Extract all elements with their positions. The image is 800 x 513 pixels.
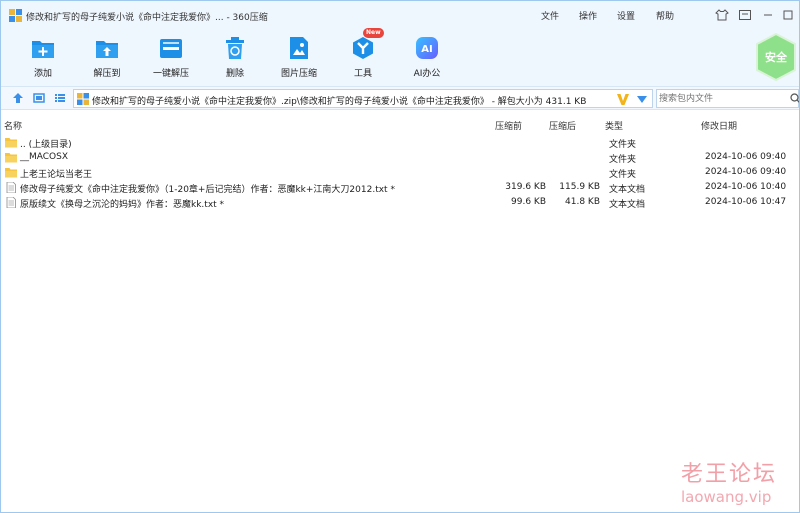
svg-text:AI: AI	[421, 44, 432, 55]
file-type: 文件夹	[609, 155, 637, 165]
folder-icon	[5, 153, 17, 163]
search-icon[interactable]	[790, 93, 800, 104]
window-title: 修改和扩写的母子纯爱小说《命中注定我爱你》... - 360压缩	[26, 13, 268, 23]
watermark-url: laowang.vip	[681, 488, 772, 506]
add-icon	[32, 41, 54, 58]
add-label: 添加	[33, 69, 52, 79]
tools-label: 工具	[353, 69, 372, 79]
minimize-icon[interactable]	[761, 8, 775, 22]
column-header-before[interactable]: 压缩前	[495, 119, 522, 132]
one-click-extract-icon	[160, 39, 182, 58]
one-click-extract-label: 一键解压	[152, 69, 189, 79]
file-size-after: 41.8 KB	[565, 197, 600, 207]
message-icon[interactable]	[738, 8, 752, 22]
menu-file[interactable]: 文件	[541, 9, 559, 22]
chevron-down-icon[interactable]	[637, 96, 647, 103]
file-name: 修改母子纯爱文《命中注定我爱你》（1-20章+后记完结）作者：恶魔kk+江南大刀…	[20, 185, 395, 195]
skin-icon[interactable]	[715, 8, 729, 22]
column-header-after[interactable]: 压缩后	[549, 119, 576, 132]
file-name: 原版续文《换母之沉沦的妈妈》作者：恶魔kk.txt *	[20, 200, 225, 210]
one-click-extract-button[interactable]: 一键解压	[141, 33, 201, 81]
file-date: 2024-10-06 09:40	[705, 167, 787, 177]
maximize-icon[interactable]	[781, 8, 795, 22]
image-compress-label: 图片压缩	[280, 69, 317, 79]
extract-to-icon	[96, 41, 118, 58]
delete-label: 删除	[225, 69, 244, 79]
column-header-name[interactable]: 名称	[4, 119, 22, 132]
security-label[interactable]: 安全	[753, 49, 799, 65]
new-badge: New	[363, 28, 384, 38]
menu-settings[interactable]: 设置	[617, 9, 635, 22]
image-compress-button[interactable]: 图片压缩	[269, 33, 329, 81]
archive-icon	[77, 93, 89, 105]
image-compress-icon	[290, 37, 308, 59]
text-file-icon	[6, 182, 16, 193]
delete-button[interactable]: 删除	[205, 33, 265, 81]
file-date: 2024-10-06 10:40	[705, 182, 787, 192]
app-logo-icon	[9, 9, 22, 22]
column-header-type[interactable]: 类型	[605, 119, 623, 132]
ai-office-button[interactable]: AI AI办公	[397, 33, 457, 81]
file-row[interactable]: __MACOSX 文件夹 2024-10-06 09:40	[1, 150, 799, 165]
file-size-before: 319.6 KB	[505, 182, 546, 192]
ai-office-icon: AI	[416, 37, 438, 59]
list-header: 名称 压缩前 压缩后 类型 修改日期	[1, 116, 799, 132]
file-size-before: 99.6 KB	[511, 197, 546, 207]
extract-to-label: 解压到	[93, 69, 121, 79]
list-view-icon[interactable]	[54, 92, 66, 104]
app-window: 修改和扩写的母子纯爱小说《命中注定我爱你》... - 360压缩 文件 操作 设…	[0, 0, 800, 513]
search-field[interactable]	[656, 89, 799, 108]
tools-button[interactable]: 工具	[333, 33, 393, 81]
title-bar: 修改和扩写的母子纯爱小说《命中注定我爱你》... - 360压缩 文件 操作 设…	[1, 1, 799, 31]
column-header-date[interactable]: 修改日期	[701, 119, 737, 132]
path-field[interactable]: 修改和扩写的母子纯爱小说《命中注定我爱你》.zip\修改和扩写的母子纯爱小说《命…	[73, 89, 653, 108]
search-input[interactable]	[659, 91, 777, 106]
path-text: 修改和扩写的母子纯爱小说《命中注定我爱你》.zip\修改和扩写的母子纯爱小说《命…	[92, 97, 587, 107]
file-row[interactable]: 上老王论坛当老王 文件夹 2024-10-06 09:40	[1, 165, 799, 180]
folder-icon	[5, 168, 17, 178]
file-row[interactable]: 原版续文《换母之沉沦的妈妈》作者：恶魔kk.txt * 99.6 KB 41.8…	[1, 195, 799, 210]
file-name: __MACOSX	[20, 152, 69, 162]
text-file-icon	[6, 197, 16, 208]
file-type: 文件夹	[609, 170, 637, 180]
file-list: 名称 压缩前 压缩后 类型 修改日期 .. (上级目录) 文件夹 __MACOS…	[1, 110, 799, 512]
file-name: .. (上级目录)	[20, 140, 72, 150]
file-row[interactable]: 修改母子纯爱文《命中注定我爱你》（1-20章+后记完结）作者：恶魔kk+江南大刀…	[1, 180, 799, 195]
trash-icon	[226, 37, 244, 59]
v-check-icon[interactable]	[616, 92, 630, 106]
up-directory-icon[interactable]	[12, 92, 24, 104]
file-size-after: 115.9 KB	[559, 182, 600, 192]
watermark-title: 老王论坛	[681, 462, 778, 487]
file-type: 文本文档	[609, 185, 646, 195]
toolbar: 添加 解压到 一键解压 删除 图片压缩 工具 AI AI办公	[1, 31, 799, 86]
address-bar-row: 修改和扩写的母子纯爱小说《命中注定我爱你》.zip\修改和扩写的母子纯爱小说《命…	[1, 86, 799, 110]
file-row[interactable]: .. (上级目录) 文件夹	[1, 135, 799, 150]
file-date: 2024-10-06 10:47	[705, 197, 787, 207]
add-button[interactable]: 添加	[13, 33, 73, 81]
file-type: 文本文档	[609, 200, 646, 210]
ai-office-label: AI办公	[413, 69, 441, 79]
folder-icon	[5, 138, 17, 148]
menu-help[interactable]: 帮助	[656, 9, 674, 22]
extract-to-button[interactable]: 解压到	[77, 33, 137, 81]
thumbnail-view-icon[interactable]	[33, 92, 45, 104]
menu-operation[interactable]: 操作	[579, 9, 597, 22]
file-type: 文件夹	[609, 140, 637, 150]
tools-icon	[353, 37, 373, 59]
file-date: 2024-10-06 09:40	[705, 152, 787, 162]
file-name: 上老王论坛当老王	[20, 170, 93, 180]
